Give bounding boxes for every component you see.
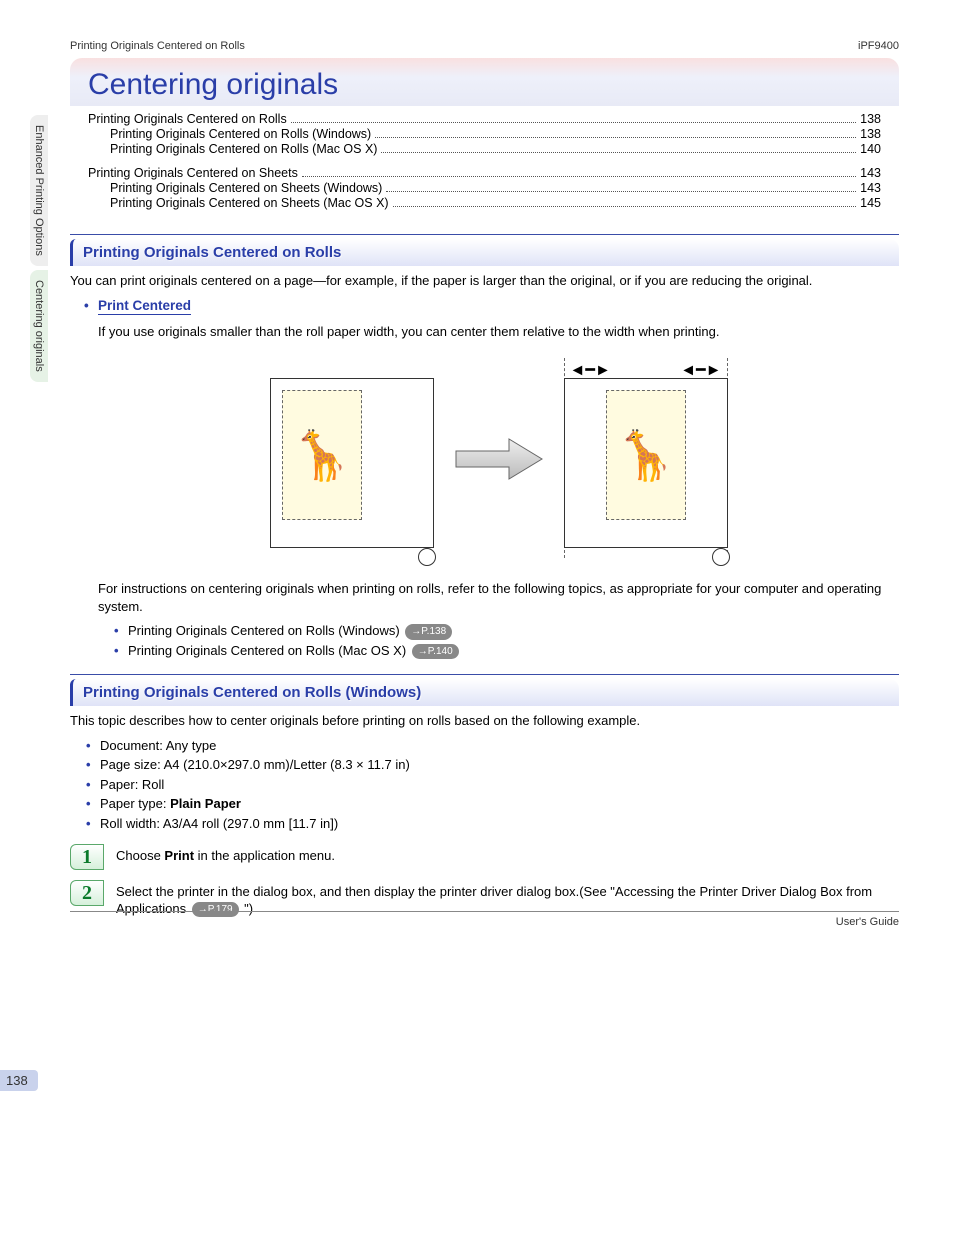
toc-label: Printing Originals Centered on Sheets (W…	[110, 181, 382, 195]
list-item: Roll width: A3/A4 roll (297.0 mm [11.7 i…	[100, 814, 899, 834]
toc-page: 138	[860, 112, 881, 126]
instruction-note: For instructions on centering originals …	[98, 580, 899, 615]
toc-label: Printing Originals Centered on Sheets	[88, 166, 298, 180]
side-tab-centering[interactable]: Centering originals	[30, 270, 48, 382]
toc-label: Printing Originals Centered on Rolls	[88, 112, 287, 126]
figure-after: ◄━►◄━► 🦒	[564, 360, 728, 560]
header-left: Printing Originals Centered on Rolls	[70, 40, 245, 52]
section-intro: You can print originals centered on a pa…	[70, 272, 899, 290]
step-1: 1 Choose Print in the application menu.	[70, 844, 899, 870]
toc-row[interactable]: Printing Originals Centered on Rolls (Ma…	[88, 142, 881, 156]
toc-row[interactable]: Printing Originals Centered on Sheets (M…	[88, 196, 881, 210]
page-ref-badge[interactable]: →P.140	[412, 644, 459, 660]
link-text[interactable]: Printing Originals Centered on Rolls (Ma…	[128, 643, 406, 658]
toc-label: Printing Originals Centered on Rolls (Wi…	[110, 127, 371, 141]
step-number-icon: 2	[70, 880, 104, 906]
side-tab-enhanced[interactable]: Enhanced Printing Options	[30, 115, 48, 266]
list-item: Paper: Roll	[100, 775, 899, 795]
section-intro: This topic describes how to center origi…	[70, 712, 899, 730]
toc-page: 145	[860, 196, 881, 210]
giraffe-icon: 🦒	[616, 427, 676, 484]
step-number-icon: 1	[70, 844, 104, 870]
toc-label: Printing Originals Centered on Rolls (Ma…	[110, 142, 377, 156]
list-item: Page size: A4 (210.0×297.0 mm)/Letter (8…	[100, 755, 899, 775]
list-item: Document: Any type	[100, 736, 899, 756]
centering-illustration: 🦒 ◄━►◄━► 🦒	[98, 360, 899, 560]
toc-row[interactable]: Printing Originals Centered on Rolls (Wi…	[88, 127, 881, 141]
subsection-title: Print Centered	[98, 298, 191, 315]
list-item: Paper type: Plain Paper	[100, 794, 899, 814]
toc-label: Printing Originals Centered on Sheets (M…	[110, 196, 389, 210]
list-item: Printing Originals Centered on Rolls (Wi…	[128, 621, 899, 641]
figure-before: 🦒	[270, 360, 434, 560]
giraffe-icon: 🦒	[292, 427, 352, 484]
toc-row[interactable]: Printing Originals Centered on Sheets (W…	[88, 181, 881, 195]
table-of-contents: Printing Originals Centered on Rolls138 …	[70, 112, 899, 230]
page-ref-badge[interactable]: →P.138	[405, 624, 452, 640]
chapter-title: Centering originals	[88, 68, 881, 102]
arrow-right-icon	[454, 435, 544, 486]
section-title-rolls: Printing Originals Centered on Rolls	[70, 239, 899, 266]
header-right: iPF9400	[858, 40, 899, 52]
toc-page: 138	[860, 127, 881, 141]
footer-text: User's Guide	[70, 911, 899, 928]
toc-page: 140	[860, 142, 881, 156]
page-number: 138	[0, 1070, 38, 1091]
toc-page: 143	[860, 166, 881, 180]
list-item: Printing Originals Centered on Rolls (Ma…	[128, 641, 899, 661]
subsection-text: If you use originals smaller than the ro…	[98, 323, 899, 341]
toc-row[interactable]: Printing Originals Centered on Rolls 138	[88, 112, 881, 126]
toc-row[interactable]: Printing Originals Centered on Sheets 143	[88, 166, 881, 180]
section-title-rolls-windows: Printing Originals Centered on Rolls (Wi…	[70, 679, 899, 706]
chapter-header: Centering originals	[70, 58, 899, 106]
toc-page: 143	[860, 181, 881, 195]
link-text[interactable]: Printing Originals Centered on Rolls (Wi…	[128, 623, 400, 638]
